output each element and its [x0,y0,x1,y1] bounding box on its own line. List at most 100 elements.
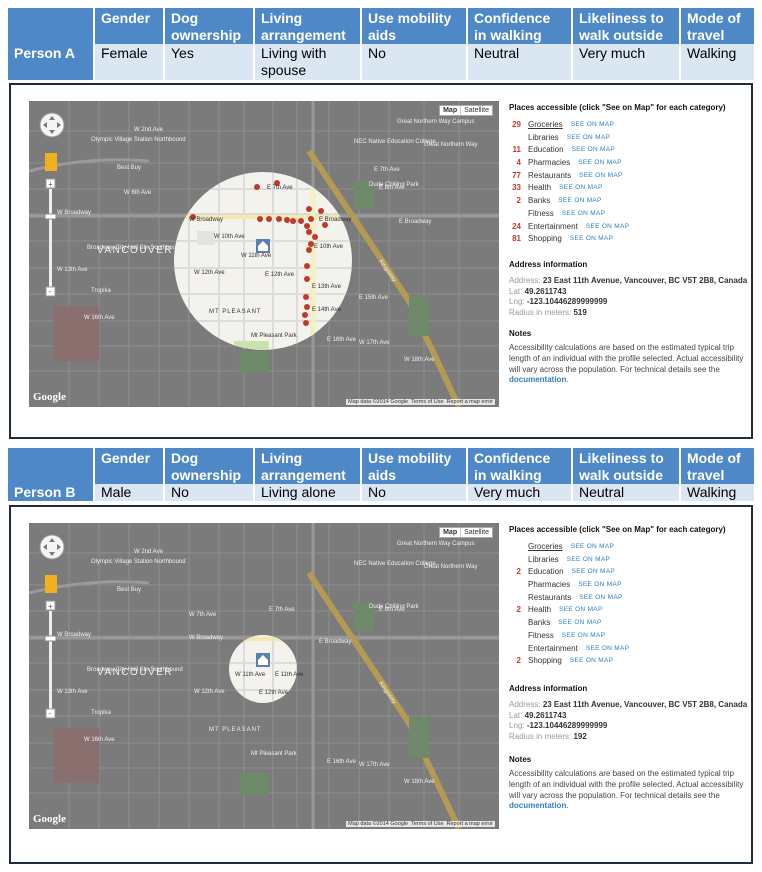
category-count: 2 [516,605,521,615]
map-label: E Broadway [319,217,351,223]
category-name[interactable]: Groceries [528,541,563,554]
documentation-link[interactable]: documentation [509,801,566,810]
map-canvas: W 2nd Ave Olympic Village Station Northb… [29,101,499,407]
map-label: MT PLEASANT [209,309,262,315]
see-on-map-link[interactable]: SEE ON MAP [558,617,601,630]
see-on-map-link[interactable]: SEE ON MAP [578,579,621,592]
zoom-handle[interactable] [44,635,57,642]
map-label: W 2nd Ave [134,549,164,555]
address-block: Address: 23 East 11th Avenue, Vancouver,… [509,276,749,319]
category-row: 2 Health SEE ON MAP [509,604,749,617]
map-label: E 14th Ave [312,307,342,313]
see-on-map-link[interactable]: SEE ON MAP [562,630,605,643]
accessibility-panel-a: W 2nd Ave Olympic Village Station Northb… [9,83,753,439]
map-footer: Map data ©2014 Google Terms of Use Repor… [346,399,495,405]
map-label: VANCOUVER [97,245,173,256]
map-label: Mt Pleasant Park [251,751,298,757]
see-on-map-link[interactable]: SEE ON MAP [572,566,615,579]
see-on-map-link[interactable]: SEE ON MAP [572,144,615,157]
header-mobility: Use mobility aids [362,448,468,484]
see-on-map-link[interactable]: SEE ON MAP [567,132,610,145]
category-name: Libraries [528,554,559,564]
map-type-map[interactable]: Map [440,106,462,115]
see-on-map-link[interactable]: SEE ON MAP [578,157,621,170]
see-on-map-link[interactable]: SEE ON MAP [567,554,610,567]
map-label: W 12th Ave [194,689,225,695]
header-confidence: Confidence in walking [468,8,573,44]
category-count: 24 [512,221,521,231]
map-label: Great Northern Way Campus [397,119,474,125]
address-label: Address: [509,275,541,285]
report-error-link[interactable]: Report a map error [447,821,493,827]
header-mode: Mode of travel [681,448,754,484]
map-type-satellite[interactable]: Satellite [461,528,492,537]
map-label: W 17th Ave [359,762,390,768]
map-label: W 11th Ave [235,672,266,678]
see-on-map-link[interactable]: SEE ON MAP [559,182,602,195]
map-type-map[interactable]: Map [440,528,462,537]
google-logo: Google [33,813,66,825]
living-value: Living alone [255,484,362,501]
report-error-link[interactable]: Report a map error [447,399,493,405]
see-on-map-link[interactable]: SEE ON MAP [562,208,605,221]
see-on-map-link[interactable]: SEE ON MAP [579,170,622,183]
documentation-link[interactable]: documentation [509,375,566,384]
category-row: 81 Shopping SEE ON MAP [509,233,749,246]
see-on-map-link[interactable]: SEE ON MAP [586,643,629,656]
see-on-map-link[interactable]: SEE ON MAP [571,119,614,132]
gender-value: Male [95,484,165,501]
see-on-map-link[interactable]: SEE ON MAP [571,541,614,554]
map-label: E 10th Ave [314,244,344,250]
category-name: Shopping [528,234,562,244]
category-row: 2 Education SEE ON MAP [509,566,749,579]
street-view-pegman-icon[interactable] [45,153,57,171]
see-on-map-link[interactable]: SEE ON MAP [558,195,601,208]
category-row: Libraries SEE ON MAP [509,554,749,567]
lat-value: 49.2611743 [524,710,567,720]
svg-text:+: + [48,602,53,611]
map-label: W 18th Ave [404,779,435,785]
map-label: Tropika [91,288,111,294]
map-view[interactable]: W 2nd Ave Olympic Village Station Northb… [29,101,499,407]
map-label: VANCOUVER [97,667,173,678]
see-on-map-link[interactable]: SEE ON MAP [559,604,602,617]
map-type-toggle[interactable]: Map Satellite [439,105,493,116]
notes-body: Accessibility calculations are based on … [509,769,744,800]
see-on-map-link[interactable]: SEE ON MAP [586,221,629,234]
category-count: 2 [516,196,521,206]
see-on-map-link[interactable]: SEE ON MAP [570,233,613,246]
map-data-credit: Map data ©2014 Google [348,821,409,827]
map-label: Best Buy [117,587,141,593]
zoom-slider[interactable] [49,611,52,709]
category-name[interactable]: Groceries [528,119,563,132]
map-label: E 11th Ave [275,672,304,678]
svg-text:-: - [49,709,52,718]
map-type-toggle[interactable]: Map Satellite [439,527,493,538]
lat-value: 49.2611743 [524,286,567,296]
person-label: Person B [8,484,95,501]
map-label: E 12th Ave [265,272,295,278]
map-label: E 16th Ave [327,337,357,343]
category-name: Health [528,183,552,193]
radius-label: Radius in meters: [509,308,572,318]
mode-value: Walking [681,484,754,501]
category-row: Entertainment SEE ON MAP [509,643,749,656]
zoom-slider[interactable] [49,189,52,287]
likeliness-value: Very much [573,44,681,80]
see-on-map-link[interactable]: SEE ON MAP [570,655,613,668]
terms-link[interactable]: Terms of Use [411,399,443,405]
zoom-handle[interactable] [44,213,57,220]
map-label: W Broadway [57,210,91,216]
living-value: Living with spouse [255,44,362,80]
see-on-map-link[interactable]: SEE ON MAP [579,592,622,605]
category-row: 2 Banks SEE ON MAP [509,195,749,208]
terms-link[interactable]: Terms of Use [411,821,443,827]
street-view-pegman-icon[interactable] [45,575,57,593]
map-label: W 16th Ave [84,737,115,743]
map-view[interactable]: W 2nd Ave Olympic Village Station Northb… [29,523,499,829]
radius-label: Radius in meters: [509,732,572,742]
header-dog: Dog ownership [165,448,255,484]
map-type-satellite[interactable]: Satellite [461,106,492,115]
notes-text: Accessibility calculations are based on … [509,343,749,386]
dog-value: No [165,484,255,501]
